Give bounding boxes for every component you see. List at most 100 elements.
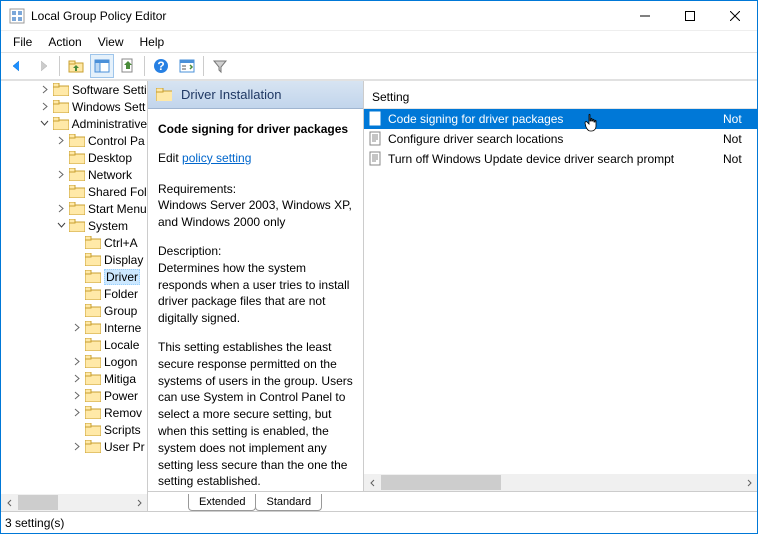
up-button[interactable] bbox=[64, 54, 88, 78]
expander-spacer bbox=[71, 237, 83, 249]
tree-item[interactable]: Windows Sett bbox=[1, 98, 147, 115]
forward-button[interactable] bbox=[31, 54, 55, 78]
requirements-text: Windows Server 2003, Windows XP, and Win… bbox=[158, 198, 352, 229]
tree-item-label: Ctrl+A bbox=[104, 236, 138, 250]
expander-icon[interactable] bbox=[55, 169, 67, 181]
tree-item-label: Start Menu bbox=[88, 202, 147, 216]
row-label: Turn off Windows Update device driver se… bbox=[388, 152, 719, 166]
tree-item-label: Remov bbox=[104, 406, 142, 420]
tree-item[interactable]: Ctrl+A bbox=[1, 234, 147, 251]
folder-icon bbox=[156, 88, 172, 101]
detail-pane: Driver Installation Code signing for dri… bbox=[148, 81, 364, 491]
expander-icon[interactable] bbox=[39, 84, 51, 96]
tree-item[interactable]: Display bbox=[1, 251, 147, 268]
expander-spacer bbox=[71, 424, 83, 436]
tree-item[interactable]: Start Menu bbox=[1, 200, 147, 217]
scroll-right-button[interactable] bbox=[130, 494, 147, 511]
tree-item-label: Scripts bbox=[104, 423, 141, 437]
column-setting[interactable]: Setting bbox=[372, 90, 409, 104]
menu-action[interactable]: Action bbox=[40, 33, 89, 51]
export-button[interactable] bbox=[116, 54, 140, 78]
tree-item[interactable]: Mitiga bbox=[1, 370, 147, 387]
menu-help[interactable]: Help bbox=[132, 33, 173, 51]
tree-item[interactable]: Group bbox=[1, 302, 147, 319]
app-icon bbox=[9, 8, 25, 24]
tree-item[interactable]: Logon bbox=[1, 353, 147, 370]
setting-name: Code signing for driver packages bbox=[158, 122, 348, 136]
tree-item[interactable]: Shared Fol bbox=[1, 183, 147, 200]
tree-item[interactable]: Folder bbox=[1, 285, 147, 302]
show-hide-tree-button[interactable] bbox=[90, 54, 114, 78]
tree-item[interactable]: Interne bbox=[1, 319, 147, 336]
tree-item-label: Shared Fol bbox=[88, 185, 147, 199]
list-row[interactable]: Code signing for driver packagesNot bbox=[364, 109, 757, 129]
menubar: File Action View Help bbox=[1, 31, 757, 52]
expander-icon[interactable] bbox=[71, 390, 83, 402]
tree-item[interactable]: Power bbox=[1, 387, 147, 404]
tree-item[interactable]: Driver bbox=[1, 268, 147, 285]
menu-view[interactable]: View bbox=[90, 33, 132, 51]
tree-item[interactable]: Network bbox=[1, 166, 147, 183]
expander-spacer bbox=[71, 305, 83, 317]
tree-item-label: System bbox=[88, 219, 128, 233]
help-button[interactable]: ? bbox=[149, 54, 173, 78]
tree-item-label: Display bbox=[104, 253, 143, 267]
expander-icon[interactable] bbox=[39, 118, 51, 130]
list-column-header[interactable]: Setting bbox=[364, 81, 757, 109]
statusbar: 3 setting(s) bbox=[1, 511, 757, 533]
list-row[interactable]: Configure driver search locationsNot bbox=[364, 129, 757, 149]
list-pane: Setting Code signing for driver packages… bbox=[364, 81, 757, 491]
detail-header: Driver Installation bbox=[148, 81, 363, 109]
window-title: Local Group Policy Editor bbox=[31, 9, 622, 23]
menu-file[interactable]: File bbox=[5, 33, 40, 51]
scroll-thumb[interactable] bbox=[18, 495, 58, 510]
close-button[interactable] bbox=[712, 1, 757, 30]
tab-standard[interactable]: Standard bbox=[255, 494, 322, 511]
tree-item[interactable]: Administrative bbox=[1, 115, 147, 132]
tree-item-label: Group bbox=[104, 304, 137, 318]
tree-item-label: Power bbox=[104, 389, 138, 403]
tree-item[interactable]: System bbox=[1, 217, 147, 234]
minimize-button[interactable] bbox=[622, 1, 667, 30]
policy-setting-link[interactable]: policy setting bbox=[182, 151, 251, 165]
filter-button[interactable] bbox=[208, 54, 232, 78]
expander-icon[interactable] bbox=[55, 135, 67, 147]
tree-item[interactable]: Software Setti bbox=[1, 81, 147, 98]
tree-item-label: Windows Sett bbox=[72, 100, 145, 114]
tree-item[interactable]: Desktop bbox=[1, 149, 147, 166]
expander-spacer bbox=[55, 186, 67, 198]
tree-item[interactable]: User Pr bbox=[1, 438, 147, 455]
scroll-left-button[interactable] bbox=[364, 474, 381, 491]
expander-spacer bbox=[71, 271, 83, 283]
tree-item-label: User Pr bbox=[104, 440, 145, 454]
expander-icon[interactable] bbox=[71, 407, 83, 419]
expander-icon[interactable] bbox=[71, 373, 83, 385]
properties-button[interactable] bbox=[175, 54, 199, 78]
expander-icon[interactable] bbox=[55, 203, 67, 215]
expander-icon[interactable] bbox=[71, 441, 83, 453]
tree-item-label: Locale bbox=[104, 338, 139, 352]
expander-icon[interactable] bbox=[71, 356, 83, 368]
expander-icon[interactable] bbox=[71, 322, 83, 334]
row-label: Configure driver search locations bbox=[388, 132, 719, 146]
list-hscrollbar[interactable] bbox=[364, 474, 757, 491]
row-label: Code signing for driver packages bbox=[388, 112, 719, 126]
expander-icon[interactable] bbox=[39, 101, 51, 113]
tree-hscrollbar[interactable] bbox=[1, 494, 147, 511]
tab-extended[interactable]: Extended bbox=[188, 494, 256, 511]
tree-item[interactable]: Scripts bbox=[1, 421, 147, 438]
titlebar[interactable]: Local Group Policy Editor bbox=[1, 1, 757, 31]
tree-item[interactable]: Control Pa bbox=[1, 132, 147, 149]
description-p1: Determines how the system responds when … bbox=[158, 261, 349, 325]
list-row[interactable]: Turn off Windows Update device driver se… bbox=[364, 149, 757, 169]
tree-item-label: Mitiga bbox=[104, 372, 136, 386]
tree-item[interactable]: Locale bbox=[1, 336, 147, 353]
scroll-thumb[interactable] bbox=[381, 475, 501, 490]
back-button[interactable] bbox=[5, 54, 29, 78]
maximize-button[interactable] bbox=[667, 1, 712, 30]
scroll-left-button[interactable] bbox=[1, 494, 18, 511]
scroll-right-button[interactable] bbox=[740, 474, 757, 491]
expander-icon[interactable] bbox=[55, 220, 67, 232]
tree-item-label: Interne bbox=[104, 321, 141, 335]
tree-item[interactable]: Remov bbox=[1, 404, 147, 421]
